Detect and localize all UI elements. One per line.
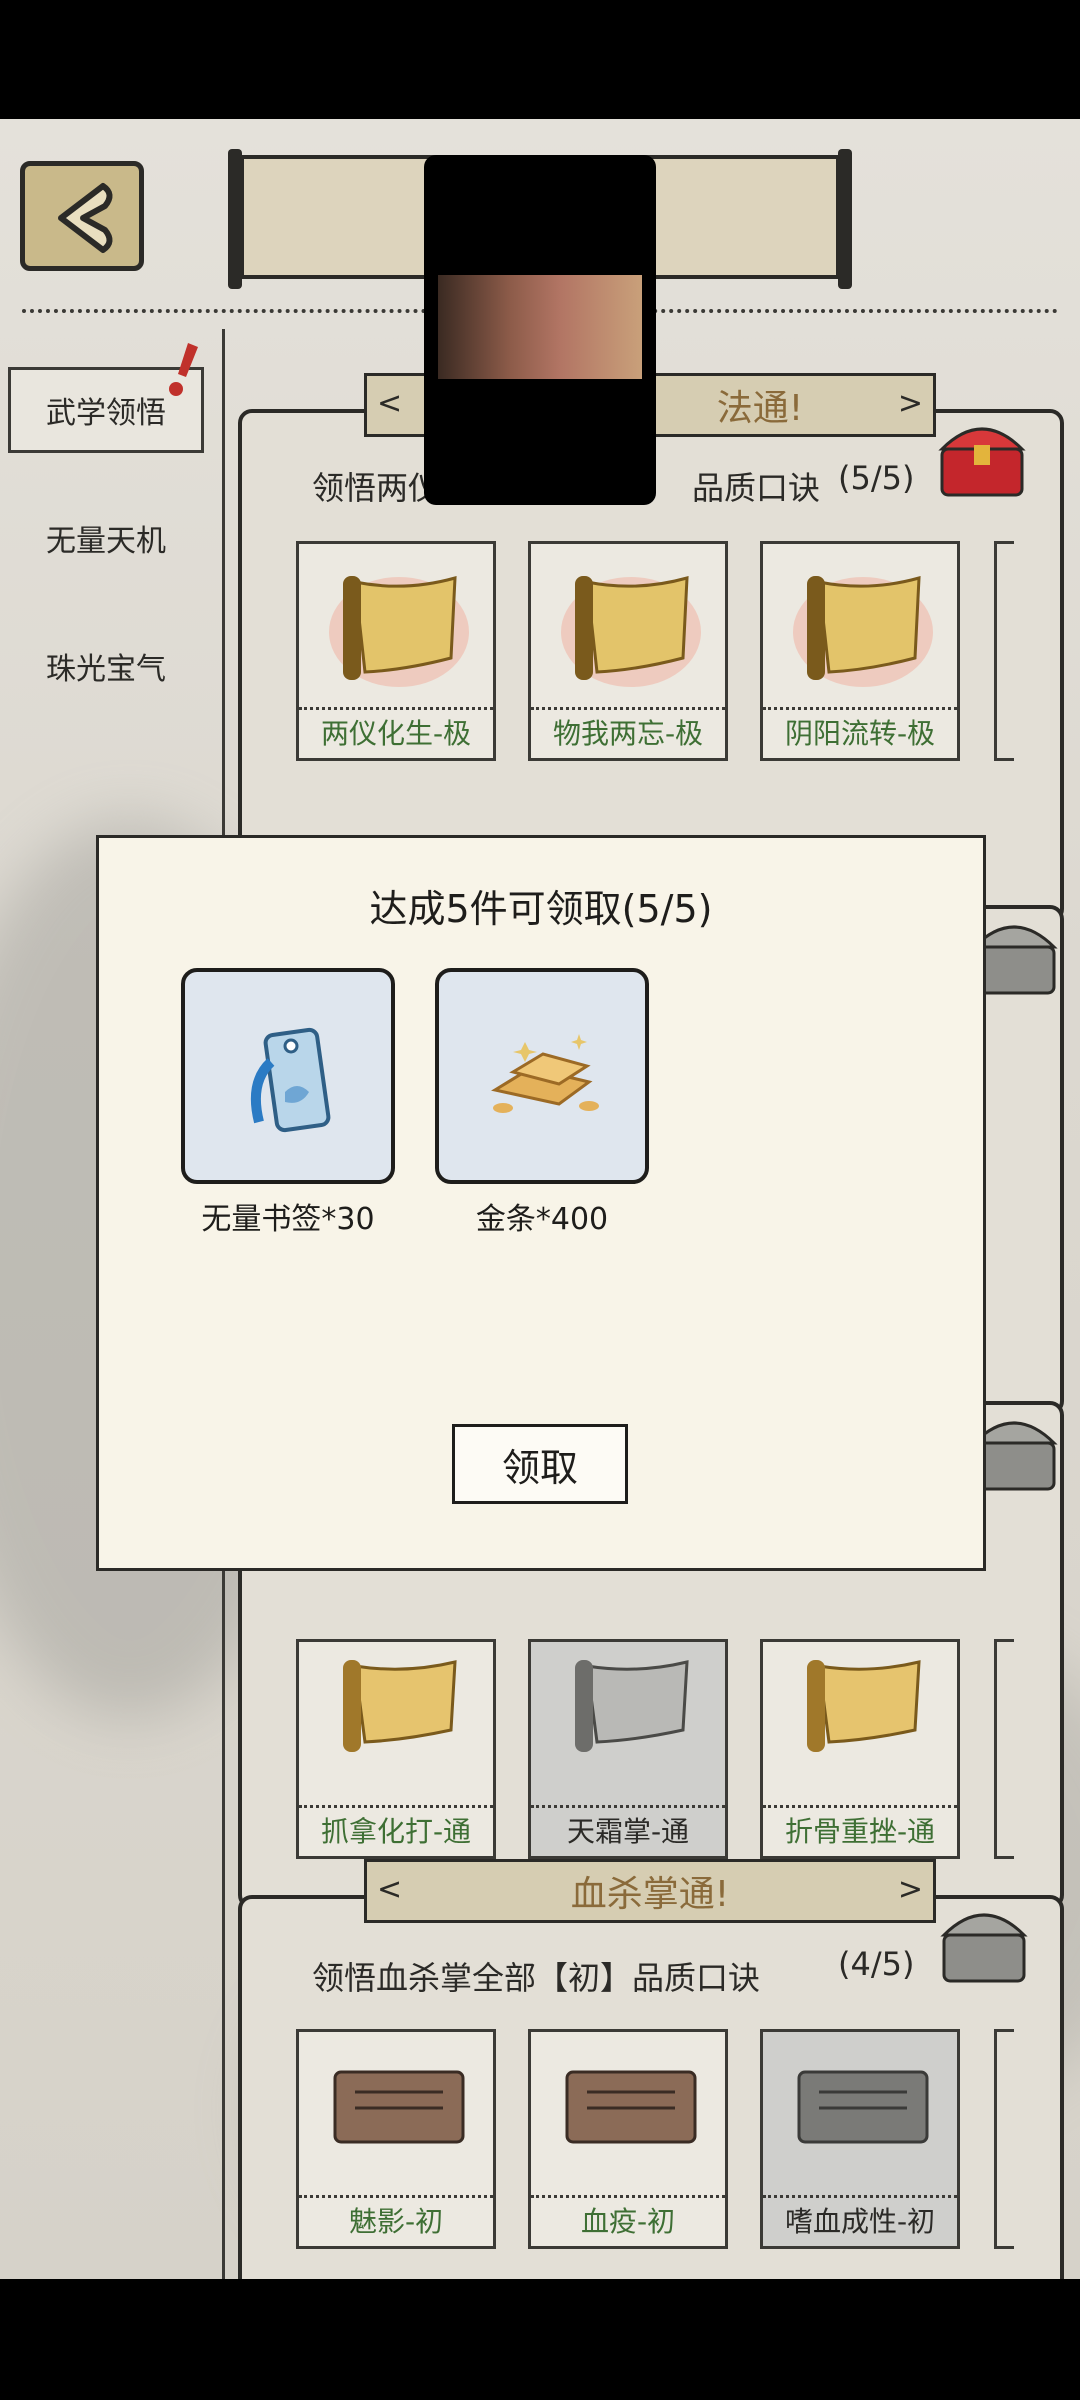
card-tianshuang-zhang[interactable]: 天霜掌-通 — [528, 1639, 728, 1859]
reward-dialog: 达成5件可领取(5/5) 无量书签*30 金条*400 领取 — [96, 835, 986, 1571]
card-label: 血疫-初 — [531, 2195, 725, 2246]
dialog-title: 达成5件可领取(5/5) — [369, 887, 713, 931]
tab-label: 珠光宝气 — [46, 652, 166, 687]
claim-button[interactable]: 领取 — [452, 1424, 628, 1504]
reward-label: 金条*400 — [475, 1202, 609, 1237]
reward-label: 无量书签*30 — [201, 1202, 375, 1237]
banner-left-arrow-icon: < — [377, 386, 403, 421]
card-wuwo-liangwang[interactable]: 物我两忘-极 — [528, 541, 728, 761]
banner-right-arrow-icon: > — [897, 386, 923, 421]
panel-4-subtitle: 领悟血杀掌全部【初】品质口诀 — [312, 1959, 761, 1997]
tab-zhuguang-baoqi[interactable]: 珠光宝气 — [8, 623, 204, 709]
card-peek — [994, 2029, 1014, 2249]
banner-right-arrow-icon: > — [897, 1872, 923, 1907]
card-label: 折骨重挫-通 — [763, 1805, 957, 1856]
card-zhegu-zhongcuo[interactable]: 折骨重挫-通 — [760, 1639, 960, 1859]
card-peek — [994, 541, 1014, 761]
panel-1-progress: (5/5) — [838, 459, 915, 497]
red-treasure-chest-icon[interactable] — [934, 415, 1030, 501]
banner-title: 血杀掌通! — [570, 1874, 730, 1915]
claim-button-label: 领取 — [501, 1445, 578, 1490]
golden-scroll-icon — [561, 575, 701, 687]
reward-item-bookmark[interactable] — [181, 968, 395, 1184]
card-yinyang-liuzhuan[interactable]: 阴阳流转-极 — [760, 541, 960, 761]
brown-tablet-icon — [565, 2070, 697, 2144]
exclamation-badge-icon — [169, 343, 198, 396]
grey-treasure-chest-icon[interactable] — [936, 1901, 1032, 1987]
grey-scroll-icon — [575, 1660, 689, 1752]
video-overlay[interactable] — [424, 155, 656, 505]
reward-item-gold-bars[interactable] — [435, 968, 649, 1184]
back-button[interactable] — [20, 161, 144, 271]
yellow-scroll-icon — [807, 1660, 921, 1752]
banner-title: 法通! — [716, 388, 804, 429]
card-peek — [994, 1639, 1014, 1859]
yellow-scroll-icon — [343, 1660, 457, 1752]
bookmark-icon — [250, 1027, 331, 1133]
card-label: 物我两忘-极 — [531, 707, 725, 758]
card-label: 天霜掌-通 — [531, 1805, 725, 1856]
card-liangyi-huasheng[interactable]: 两仪化生-极 — [296, 541, 496, 761]
card-shixue-chengxing[interactable]: 嗜血成性-初 — [760, 2029, 960, 2249]
card-label: 嗜血成性-初 — [763, 2195, 957, 2246]
panel-1-subtitle-start: 领悟两仪 — [312, 469, 441, 507]
card-xueyi[interactable]: 血疫-初 — [528, 2029, 728, 2249]
golden-scroll-icon — [329, 575, 469, 687]
tab-wuliang-tianji[interactable]: 无量天机 — [8, 495, 204, 581]
tab-label: 无量天机 — [46, 524, 166, 559]
video-frame — [438, 275, 642, 379]
card-zhuana-huada[interactable]: 抓拿化打-通 — [296, 1639, 496, 1859]
card-label: 魅影-初 — [299, 2195, 493, 2246]
card-label: 抓拿化打-通 — [299, 1805, 493, 1856]
chevron-left-icon — [58, 183, 113, 253]
panel-1-subtitle-end: 品质口诀 — [692, 469, 821, 507]
panel-4-progress: (4/5) — [838, 1945, 915, 1983]
card-label: 阴阳流转-极 — [763, 707, 957, 758]
brown-tablet-icon — [333, 2070, 465, 2144]
card-meiying[interactable]: 魅影-初 — [296, 2029, 496, 2249]
golden-scroll-icon — [793, 575, 933, 687]
banner-left-arrow-icon: < — [377, 1872, 403, 1907]
tab-label: 武学领悟 — [46, 396, 166, 431]
card-label: 两仪化生-极 — [299, 707, 493, 758]
gold-bars-icon — [491, 1034, 599, 1113]
game-screen: 武学领悟 无量天机 珠光宝气 < 法通! > 领悟两仪 品质口诀 (5/5) 两… — [0, 119, 1080, 2279]
grey-tablet-icon — [797, 2070, 929, 2144]
panel-4-banner: < 血杀掌通! > — [364, 1859, 936, 1923]
